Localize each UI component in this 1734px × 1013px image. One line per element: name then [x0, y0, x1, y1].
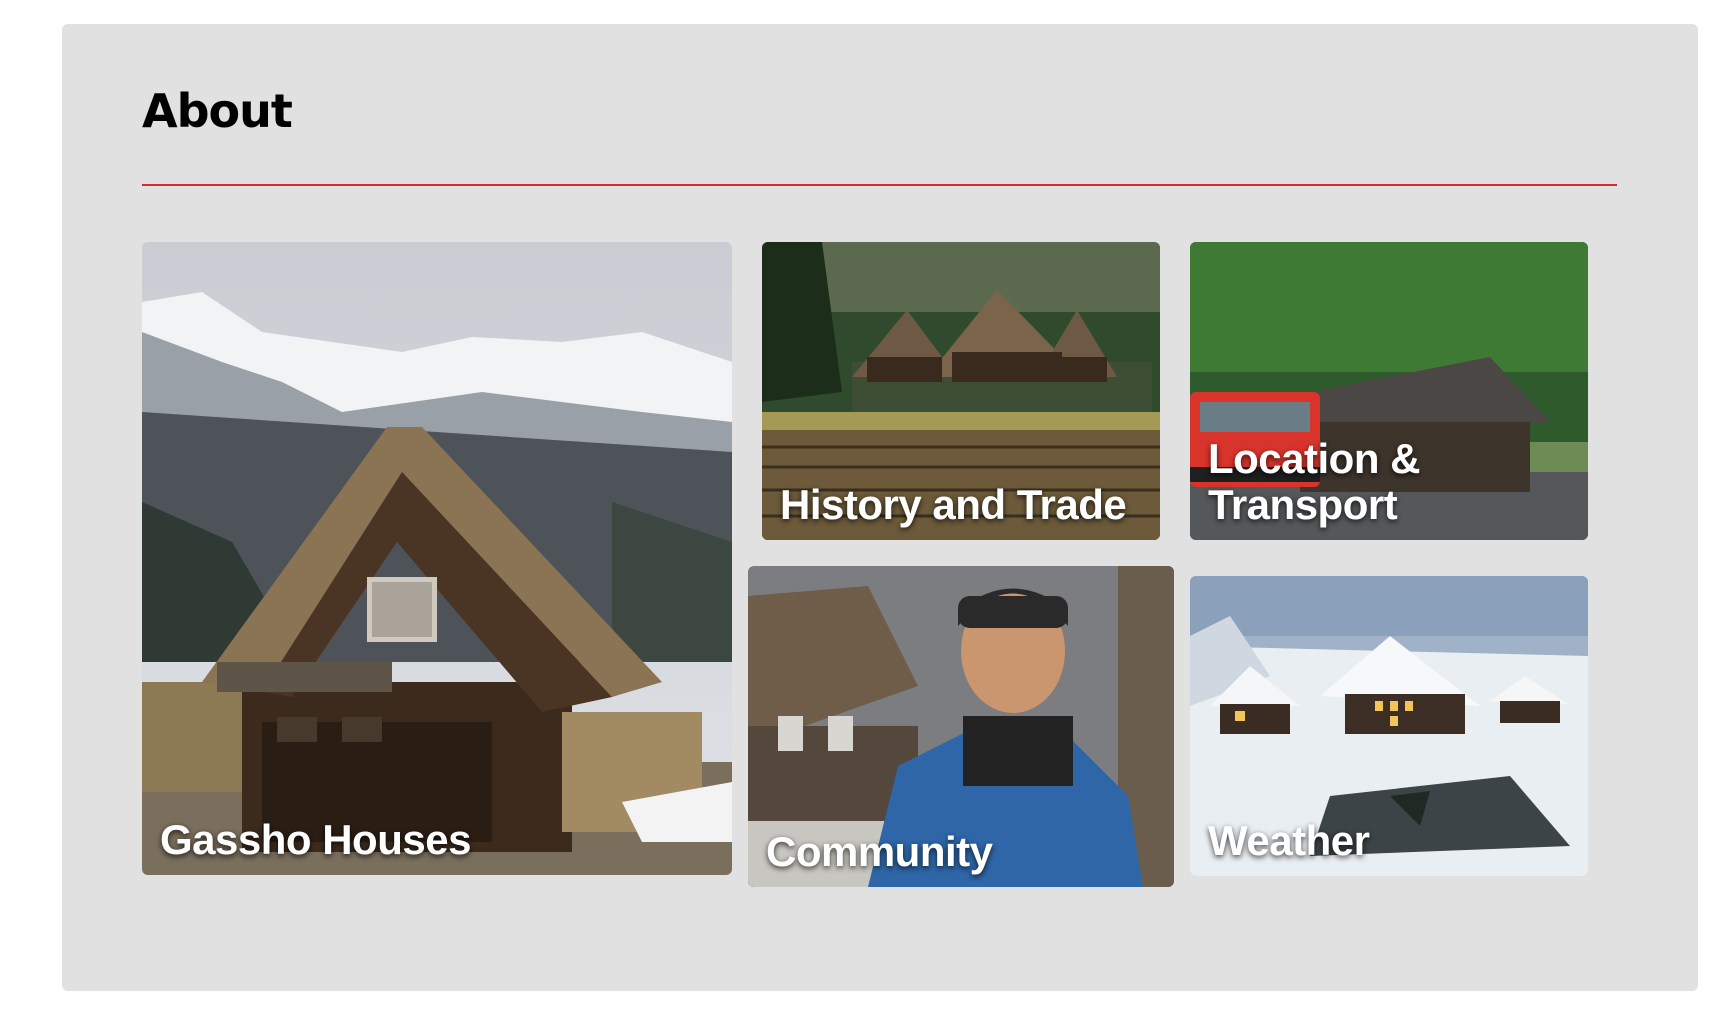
card-label: Community: [766, 828, 993, 875]
card-weather[interactable]: Weather: [1190, 576, 1588, 876]
card-history-and-trade[interactable]: History and Trade: [762, 242, 1160, 540]
gassho-house-image: [142, 242, 732, 875]
card-label: Gassho Houses: [160, 816, 471, 863]
card-gassho-houses[interactable]: Gassho Houses: [142, 242, 732, 875]
card-community[interactable]: Community: [748, 566, 1174, 887]
card-label: Location & Transport: [1208, 435, 1421, 528]
section-divider: [142, 184, 1617, 186]
card-location-and-transport[interactable]: Location & Transport: [1190, 242, 1588, 540]
card-label: Weather: [1208, 817, 1370, 864]
section-title: About: [142, 84, 293, 138]
about-section: About Gassho Houses History and Trade Lo…: [62, 24, 1698, 991]
card-label: History and Trade: [780, 481, 1127, 528]
